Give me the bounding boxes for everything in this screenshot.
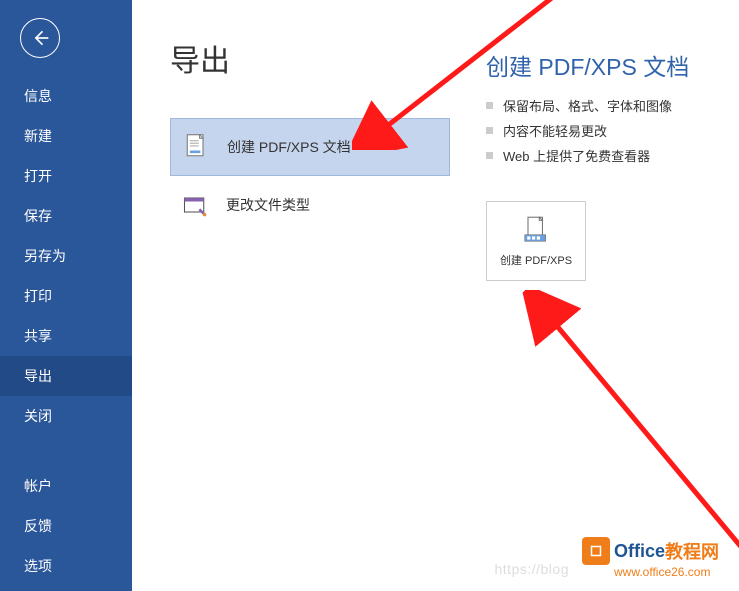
- export-option-label: 更改文件类型: [226, 195, 310, 215]
- nav-save-as[interactable]: 另存为: [0, 236, 132, 276]
- nav-info[interactable]: 信息: [0, 76, 132, 116]
- bullet-text: Web 上提供了免费查看器: [503, 146, 650, 165]
- bullet-item: 保留布局、格式、字体和图像: [486, 96, 689, 115]
- page-title: 导出: [170, 36, 462, 80]
- watermark-brand-2: 教程网: [665, 538, 719, 564]
- nav-open[interactable]: 打开: [0, 156, 132, 196]
- bullet-text: 内容不能轻易更改: [503, 121, 607, 140]
- bullet-icon: [486, 102, 493, 109]
- export-option-change-file-type[interactable]: 更改文件类型: [170, 176, 450, 234]
- export-option-pdfxps[interactable]: 创建 PDF/XPS 文档: [170, 118, 450, 176]
- export-option-label: 创建 PDF/XPS 文档: [227, 137, 351, 157]
- nav-feedback[interactable]: 反馈: [0, 506, 132, 546]
- pdf-document-icon: [181, 132, 211, 162]
- watermark-url: www.office26.com: [614, 565, 711, 579]
- change-file-type-icon: [180, 190, 210, 220]
- faint-watermark: https://blog: [495, 561, 570, 577]
- back-arrow-icon: [30, 28, 50, 48]
- backstage-sidebar: 信息 新建 打开 保存 另存为 打印 共享 导出 关闭 帐户 反馈 选项: [0, 0, 132, 591]
- nav-options[interactable]: 选项: [0, 546, 132, 586]
- bullet-icon: [486, 127, 493, 134]
- nav-account[interactable]: 帐户: [0, 466, 132, 506]
- site-watermark: Office 教程网 www.office26.com: [582, 537, 719, 579]
- nav-print[interactable]: 打印: [0, 276, 132, 316]
- bullet-item: 内容不能轻易更改: [486, 121, 689, 140]
- nav-share[interactable]: 共享: [0, 316, 132, 356]
- create-pdfxps-heading: 创建 PDF/XPS 文档: [486, 48, 689, 82]
- nav-new[interactable]: 新建: [0, 116, 132, 156]
- bullet-icon: [486, 152, 493, 159]
- create-pdfxps-button[interactable]: 创建 PDF/XPS: [486, 201, 586, 281]
- watermark-logo-icon: [582, 537, 610, 565]
- nav-save[interactable]: 保存: [0, 196, 132, 236]
- back-button[interactable]: [20, 18, 60, 58]
- watermark-brand-1: Office: [614, 541, 665, 562]
- bullet-text: 保留布局、格式、字体和图像: [503, 96, 672, 115]
- main-area: 导出 创建 PDF/XPS 文档: [132, 0, 739, 591]
- bullet-item: Web 上提供了免费查看器: [486, 146, 689, 165]
- nav-close[interactable]: 关闭: [0, 396, 132, 436]
- nav-export[interactable]: 导出: [0, 356, 132, 396]
- pdf-export-icon: [520, 214, 552, 246]
- create-pdfxps-button-label: 创建 PDF/XPS: [500, 252, 572, 268]
